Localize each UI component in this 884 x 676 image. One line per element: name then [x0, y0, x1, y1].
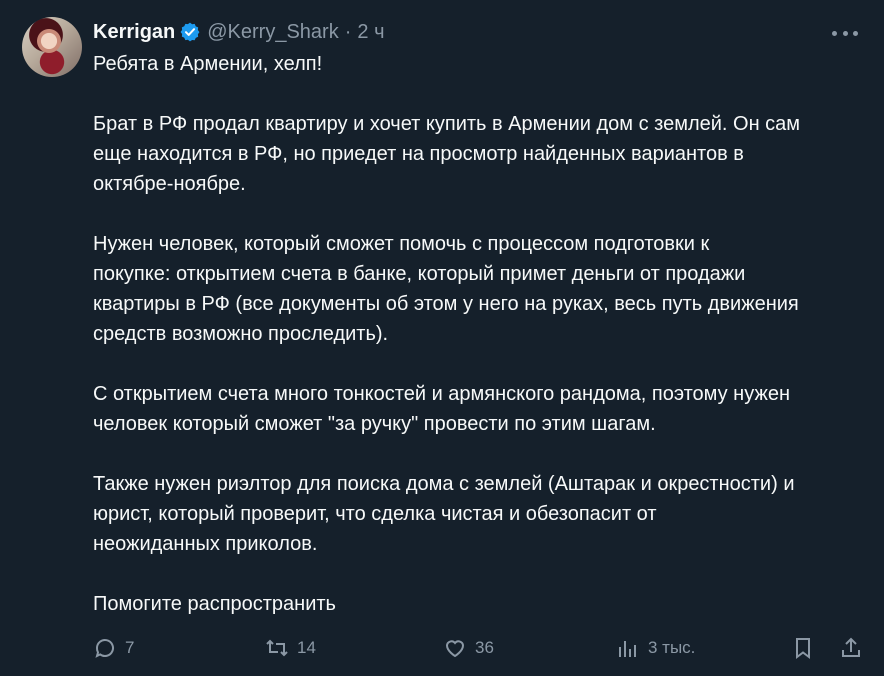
- like-button[interactable]: 36: [443, 634, 494, 662]
- tweet-card[interactable]: Kerrigan @Kerry_Shark · 2 ч Ребята в Арм…: [0, 0, 884, 676]
- reply-count: 7: [125, 638, 135, 657]
- tweet-paragraph: Брат в РФ продал квартиру и хочет купить…: [93, 113, 801, 195]
- tweet-actions: 7 14 36 3 тыс.: [93, 634, 865, 662]
- avatar[interactable]: [22, 17, 82, 77]
- more-dot: [853, 30, 858, 36]
- bookmark-button[interactable]: [791, 634, 815, 662]
- retweet-count: 14: [297, 638, 316, 657]
- views-chart-icon: [619, 641, 636, 657]
- author-name[interactable]: Kerrigan: [93, 21, 175, 44]
- tweet-paragraph: Также нужен риэлтор для поиска дома с зе…: [93, 473, 795, 555]
- heart-icon: [445, 640, 465, 658]
- tweet-header: Kerrigan @Kerry_Shark · 2 ч: [93, 20, 385, 44]
- more-dot: [832, 30, 837, 36]
- views-button[interactable]: 3 тыс.: [616, 634, 695, 662]
- reply-button[interactable]: 7: [93, 634, 134, 662]
- tweet-paragraph: Помогите распространить: [93, 593, 336, 615]
- tweet-text: Ребята в Армении, хелп! Брат в РФ продал…: [93, 49, 868, 619]
- tweet-paragraph: Нужен человек, который сможет помочь с п…: [93, 233, 799, 345]
- views-count: 3 тыс.: [648, 638, 696, 657]
- share-button[interactable]: [839, 634, 863, 662]
- share-icon: [842, 637, 860, 657]
- like-count: 36: [475, 638, 494, 657]
- tweet-time[interactable]: 2 ч: [357, 21, 384, 44]
- separator-dot: ·: [344, 20, 352, 43]
- tweet-paragraph: Ребята в Армении, хелп!: [93, 53, 323, 75]
- author-handle[interactable]: @Kerry_Shark: [207, 21, 338, 44]
- tweet-paragraph: С открытием счета много тонкостей и армя…: [93, 383, 790, 435]
- verified-badge-icon: [180, 22, 200, 42]
- more-dot: [842, 30, 848, 36]
- retweet-icon: [266, 639, 288, 657]
- reply-icon: [95, 639, 114, 658]
- bookmark-icon: [796, 638, 810, 659]
- more-icon[interactable]: [832, 22, 858, 44]
- retweet-button[interactable]: 14: [265, 634, 316, 662]
